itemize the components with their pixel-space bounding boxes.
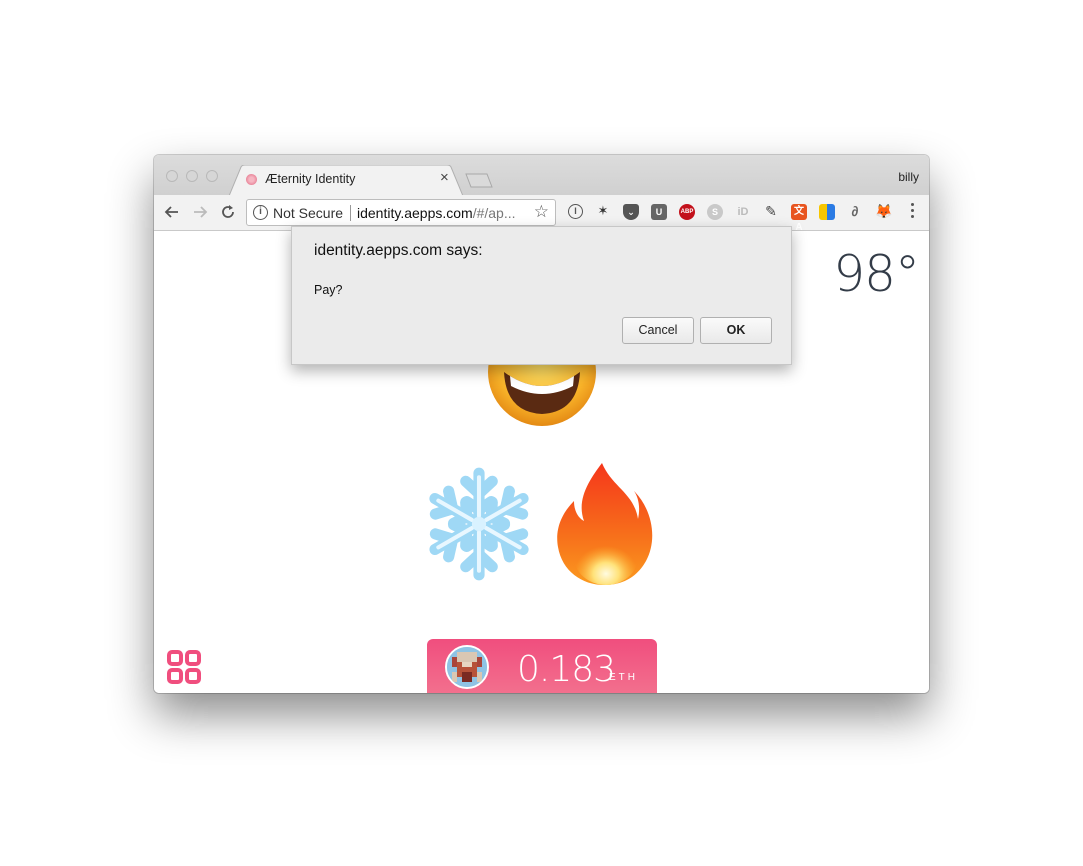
- minimize-window-button[interactable]: [186, 170, 198, 182]
- zoom-window-button[interactable]: [206, 170, 218, 182]
- bitwarden-icon[interactable]: U: [651, 204, 667, 220]
- translate-icon[interactable]: 文A: [791, 204, 807, 233]
- info-icon[interactable]: i: [253, 205, 268, 220]
- bookmark-star-icon[interactable]: ☆: [534, 202, 549, 222]
- aeternity-favicon-icon: [246, 174, 257, 185]
- temperature-display: 98°: [833, 245, 920, 303]
- fire-icon: [557, 463, 653, 585]
- url-text[interactable]: identity.aepps.com/#/ap...: [357, 205, 527, 221]
- back-arrow-icon: [164, 206, 178, 218]
- url-path: /#/ap...: [472, 205, 516, 221]
- new-tab-button[interactable]: [465, 173, 493, 188]
- 1password-icon[interactable]: I: [568, 204, 583, 219]
- url-host: identity.aepps.com: [357, 205, 473, 221]
- skype-icon[interactable]: S: [707, 204, 723, 220]
- omnibox-divider: [350, 205, 351, 221]
- tab-title: Æternity Identity: [265, 172, 356, 186]
- ok-button[interactable]: OK: [700, 317, 772, 344]
- bookmark-icon[interactable]: [819, 204, 835, 220]
- evernote-icon[interactable]: ✎: [763, 204, 779, 220]
- reload-icon: [222, 205, 234, 218]
- pocket-icon[interactable]: ⌄: [623, 204, 639, 220]
- reload-button[interactable]: [218, 202, 238, 222]
- avatar[interactable]: [445, 645, 489, 689]
- dots-icon[interactable]: ✶: [595, 204, 611, 220]
- metamask-icon[interactable]: 🦊: [875, 204, 892, 220]
- balance-currency: ETH: [609, 672, 638, 683]
- dialog-message: Pay?: [314, 283, 343, 297]
- profile-name[interactable]: billy: [898, 170, 919, 184]
- back-button[interactable]: [162, 202, 182, 222]
- adblock-icon[interactable]: ABP: [679, 204, 695, 220]
- balance-value: 0.183: [517, 649, 616, 690]
- forward-button[interactable]: [190, 202, 210, 222]
- ghost-icon[interactable]: ∂: [847, 204, 863, 220]
- balance-bar[interactable]: 0.183 ETH: [427, 639, 657, 693]
- forward-arrow-icon: [194, 206, 208, 218]
- apps-grid-icon[interactable]: [167, 650, 201, 684]
- alert-dialog: identity.aepps.com says: Pay? Cancel OK: [291, 226, 792, 365]
- dialog-title: identity.aepps.com says:: [314, 242, 483, 259]
- cancel-button[interactable]: Cancel: [622, 317, 694, 344]
- snowflake-icon: [418, 467, 540, 585]
- menu-dots-icon[interactable]: [911, 203, 915, 221]
- id-icon[interactable]: iD: [735, 204, 751, 220]
- security-label[interactable]: Not Secure: [273, 205, 343, 221]
- title-bar: Æternity Identity × billy: [154, 155, 929, 196]
- identicon-icon: [447, 647, 487, 687]
- tab-close-icon[interactable]: ×: [440, 170, 449, 186]
- address-bar[interactable]: i Not Secure identity.aepps.com/#/ap... …: [246, 199, 556, 226]
- close-window-button[interactable]: [166, 170, 178, 182]
